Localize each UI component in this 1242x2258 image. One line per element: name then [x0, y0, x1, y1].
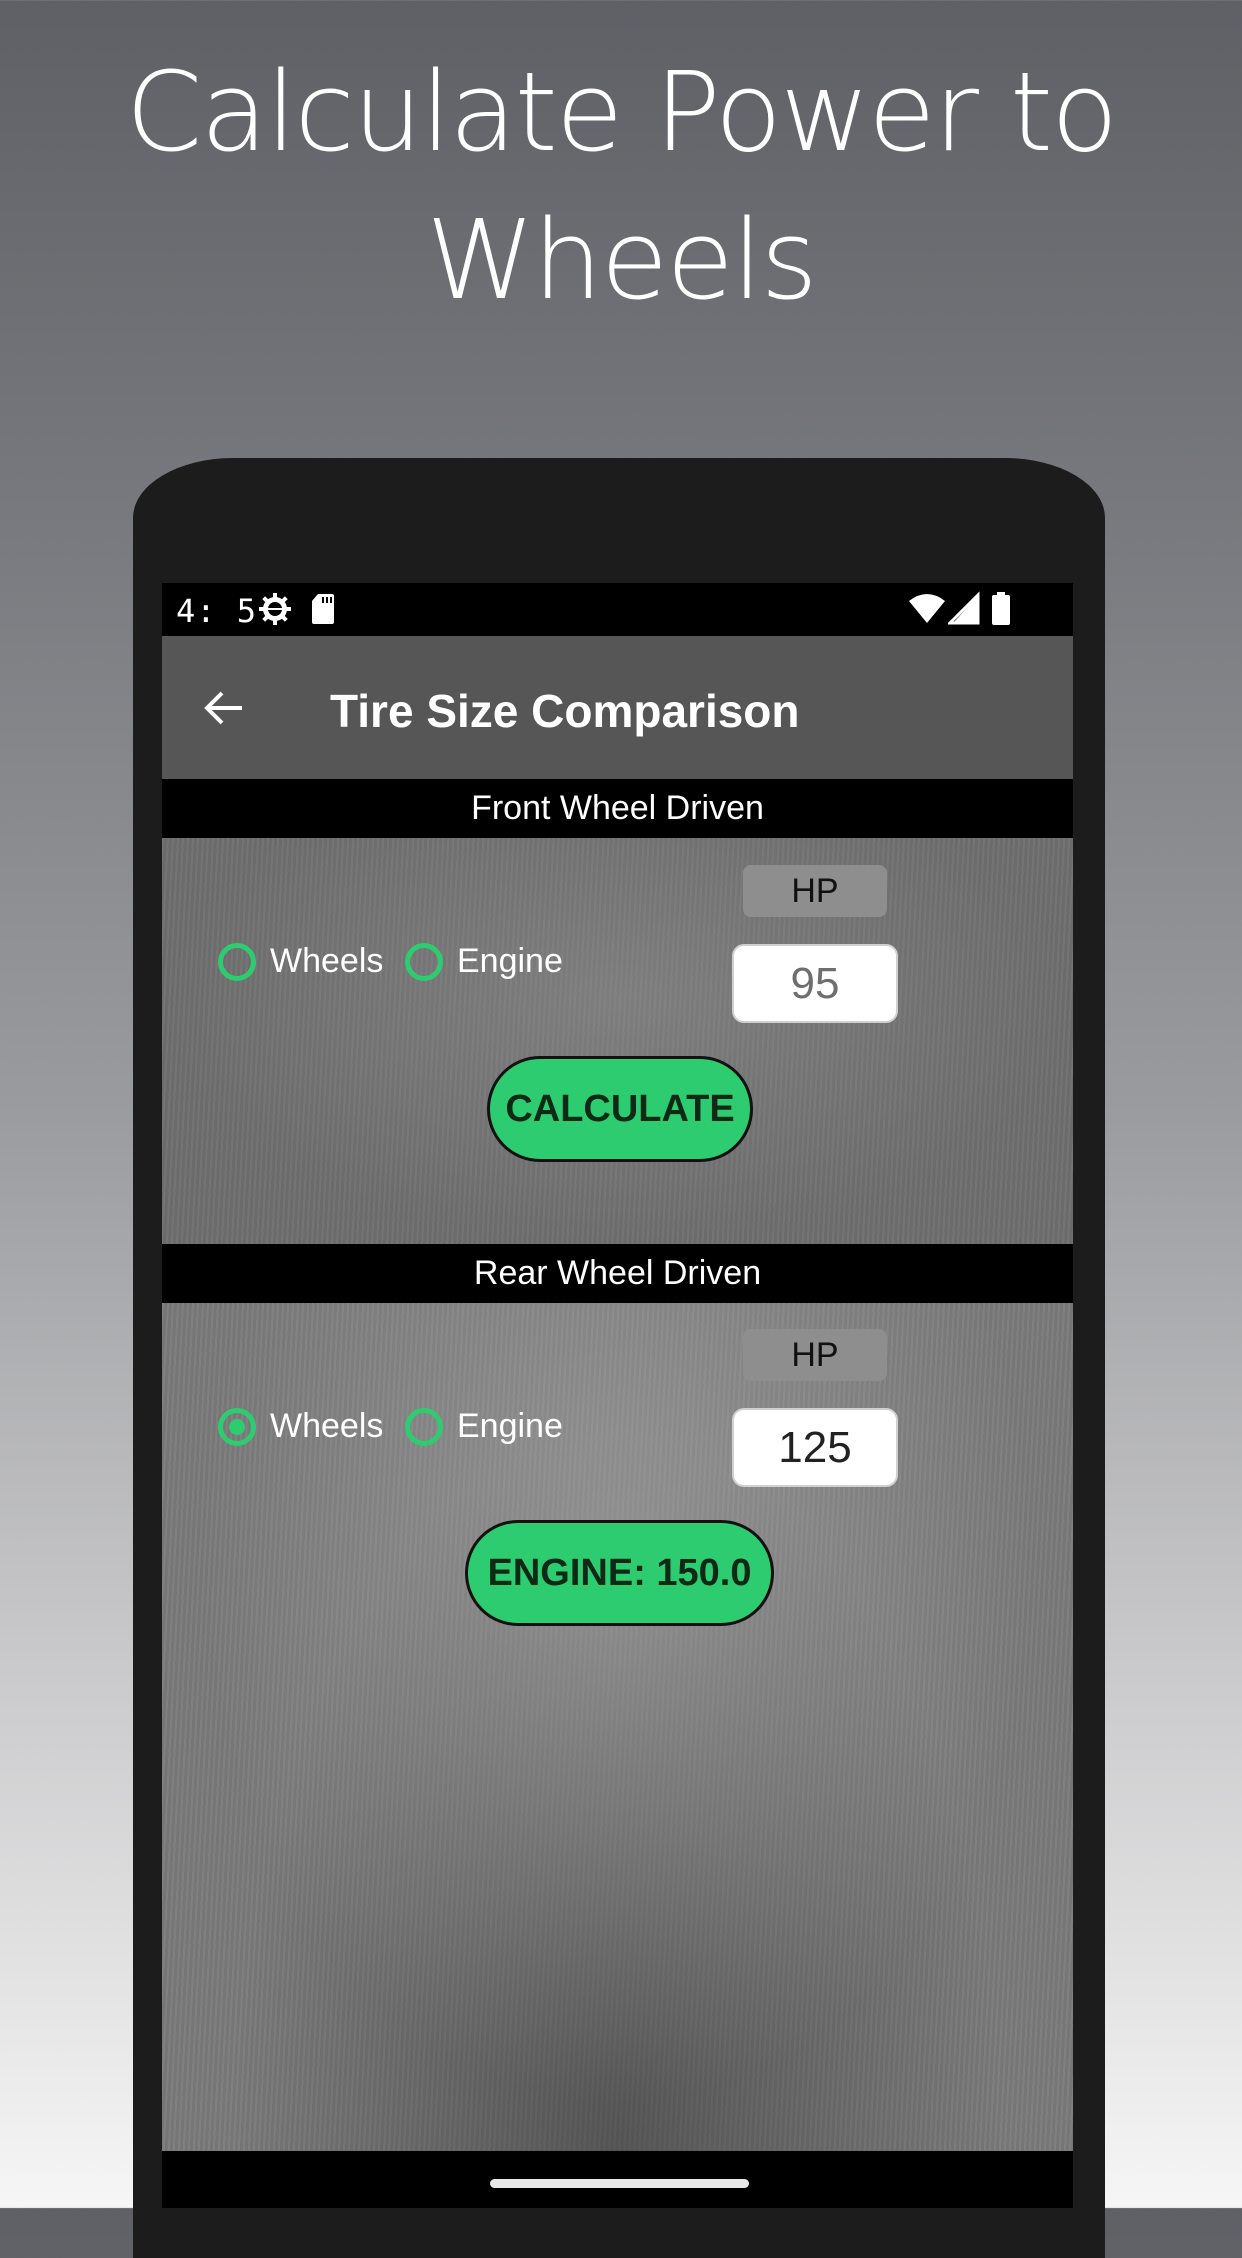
- battery-icon: [990, 591, 1012, 632]
- wifi-icon: [907, 591, 947, 632]
- rear-radio-wheels[interactable]: Wheels: [218, 1407, 383, 1446]
- arrow-left-icon: [204, 691, 242, 725]
- rear-hp-label: HP: [743, 1329, 887, 1381]
- front-section: Wheels Engine HP 95 CALCULATE: [162, 838, 1073, 1244]
- status-time: 4: 5: [176, 592, 258, 630]
- cell-signal-icon: [946, 591, 982, 632]
- home-gesture-handle[interactable]: [490, 2179, 749, 2188]
- navigation-bar: [162, 2151, 1073, 2208]
- phone-screen: 4: 5 Tire Size Comparison Front Wheel Dr…: [162, 583, 1073, 2208]
- rear-radio-engine-label: Engine: [457, 1407, 563, 1445]
- radio-unchecked-icon: [218, 942, 256, 981]
- settings-gear-icon: [257, 591, 293, 632]
- front-radio-wheels[interactable]: Wheels: [218, 942, 383, 981]
- radio-unchecked-icon: [405, 942, 443, 981]
- sd-card-icon: [310, 591, 336, 632]
- front-hp-label: HP: [743, 865, 887, 917]
- front-radio-wheels-label: Wheels: [270, 942, 384, 980]
- status-bar: 4: 5: [162, 583, 1073, 636]
- front-calculate-button[interactable]: CALCULATE: [487, 1056, 753, 1162]
- radio-unchecked-icon: [405, 1407, 443, 1446]
- front-radio-engine-label: Engine: [457, 942, 563, 980]
- rear-result-button[interactable]: ENGINE: 150.0: [465, 1520, 774, 1626]
- radio-checked-icon: [218, 1407, 256, 1446]
- front-hp-input[interactable]: 95: [732, 944, 898, 1023]
- rear-section-header: Rear Wheel Driven: [162, 1244, 1073, 1303]
- rear-radio-engine[interactable]: Engine: [405, 1407, 563, 1446]
- promo-headline-line1: Calculate Power to: [125, 48, 1119, 176]
- promo-headline: Calculate Power to Wheels: [0, 38, 1242, 334]
- back-button[interactable]: [198, 682, 250, 734]
- rear-hp-input[interactable]: 125: [732, 1408, 898, 1487]
- promo-headline-line2: Wheels: [426, 196, 818, 324]
- front-radio-engine[interactable]: Engine: [405, 942, 563, 981]
- app-bar: Tire Size Comparison: [162, 636, 1073, 779]
- front-section-header: Front Wheel Driven: [162, 779, 1073, 838]
- rear-section: Wheels Engine HP 125 ENGINE: 150.0: [162, 1303, 1073, 2151]
- rear-radio-wheels-label: Wheels: [270, 1407, 384, 1445]
- page-title: Tire Size Comparison: [330, 685, 800, 737]
